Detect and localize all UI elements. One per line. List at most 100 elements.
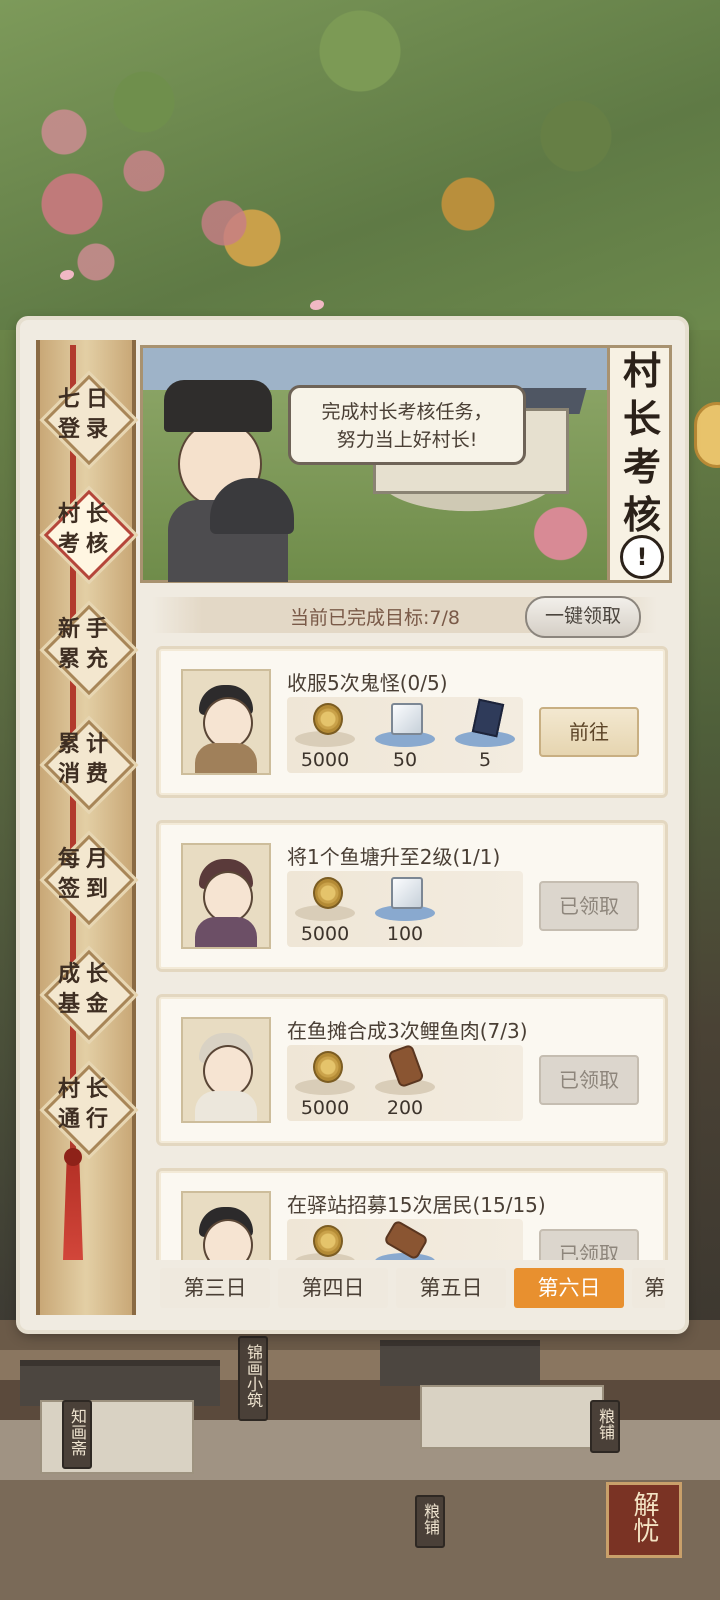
tassel-knot (64, 1148, 82, 1166)
speech-line: 完成村长考核任务， (321, 401, 493, 423)
reward-item: 5 (447, 697, 523, 773)
tab-day-4[interactable]: 第四日 (278, 1268, 388, 1308)
reward-item (367, 1219, 443, 1260)
speech-line: 努力当上好村长! (336, 429, 478, 451)
go-button[interactable]: 前往 (539, 707, 639, 757)
claimed-button[interactable]: 已领取 (539, 1229, 639, 1260)
reward-item: 5000 (287, 871, 363, 947)
side-event-icon[interactable] (694, 402, 720, 468)
exclamation-symbol: ! (636, 543, 648, 571)
sign-zhihua[interactable]: 知画斋 (62, 1400, 92, 1469)
stone-block-icon (391, 703, 423, 735)
task-title: 在鱼摊合成3次鲤鱼肉(7/3) (287, 1019, 528, 1043)
sign-liangpu-right-text: 粮铺 (596, 1408, 615, 1440)
reward-area: 5000 200 (287, 1043, 523, 1121)
task-card: 在驿站招募15次居民(15/15) 已领取 (156, 1168, 668, 1260)
sidebar-item-label: 累计 消费 (43, 729, 129, 789)
blossom-trees (0, 80, 320, 340)
reward-item: 5000 (287, 1045, 363, 1121)
sidebar-item-newbie-recharge[interactable]: 新手 累充 (43, 604, 135, 696)
coin-icon (313, 1225, 343, 1257)
label-line: 累充 (57, 646, 114, 672)
sidebar-item-label: 村长 考核 (43, 499, 129, 559)
reward-qty: 50 (392, 749, 418, 771)
sidebar-item-label: 成长 基金 (43, 959, 129, 1019)
sign-zhihua-text: 知画斋 (68, 1408, 87, 1456)
tab-day-5[interactable]: 第五日 (396, 1268, 506, 1308)
sign-jinhua[interactable]: 锦画小筑 (238, 1336, 268, 1421)
reward-qty: 5000 (300, 923, 350, 945)
reward-item: 50 (367, 697, 443, 773)
label-line: 新手 (57, 616, 114, 642)
sidebar-item-label: 村长 通行 (43, 1074, 129, 1134)
label-line: 七日 (57, 386, 114, 412)
sidebar-item-chief-pass[interactable]: 村长 通行 (43, 1064, 135, 1156)
coin-icon (313, 877, 343, 909)
title-char: 核 (622, 492, 661, 537)
claim-all-button[interactable]: 一键领取 (525, 596, 641, 638)
sidebar-item-cumulative-spend[interactable]: 累计 消费 (43, 719, 135, 811)
tab-day-3[interactable]: 第三日 (160, 1268, 270, 1308)
label-line: 成长 (57, 961, 114, 987)
label-line: 基金 (57, 991, 114, 1017)
claimed-button[interactable]: 已领取 (539, 881, 639, 931)
page-title: 村 长 考 核 (612, 347, 672, 539)
coin-icon (313, 1051, 343, 1083)
tab-day-6[interactable]: 第六日 (514, 1268, 624, 1308)
exclamation-icon[interactable]: ! (620, 535, 664, 579)
title-char: 考 (622, 444, 661, 489)
reward-item (287, 1219, 363, 1260)
tab-day-7-partial[interactable]: 第 (632, 1268, 665, 1308)
sign-liangpu-right[interactable]: 粮铺 (590, 1400, 620, 1453)
reward-qty: 200 (386, 1097, 424, 1119)
portrait-body (195, 917, 257, 947)
reward-qty: 5 (478, 749, 492, 771)
sidebar-item-label: 每月 签到 (43, 844, 129, 904)
reward-qty: 5000 (300, 749, 350, 771)
npc-portrait (181, 669, 271, 775)
jieyou-label: 解忧 (629, 1491, 659, 1543)
label-line: 消费 (57, 761, 114, 787)
portrait-face (203, 871, 253, 923)
activity-sidebar (36, 340, 136, 1315)
sign-liangpu-bottom[interactable]: 粮铺 (415, 1495, 445, 1548)
speech-bubble: 完成村长考核任务， 努力当上好村长! (288, 385, 526, 465)
portrait-face (203, 697, 253, 749)
npc-portrait (181, 1017, 271, 1123)
reward-item: 200 (367, 1043, 443, 1121)
reward-item: 5000 (287, 697, 363, 773)
sidebar-item-seven-day-login[interactable]: 七日 登录 (43, 374, 135, 466)
sign-jinhua-text: 锦画小筑 (244, 1344, 263, 1408)
label-line: 村长 (57, 1076, 114, 1102)
portrait-body (195, 743, 257, 773)
label-line: 村长 (57, 501, 114, 527)
label-line: 每月 (57, 846, 114, 872)
task-card: 将1个鱼塘升至2级(1/1) 5000 100 已领取 (156, 820, 668, 972)
task-list[interactable]: 收服5次鬼怪(0/5) 5000 50 5 前往 将1个鱼塘升至2级(1/1) … (150, 640, 670, 1260)
portrait-body (195, 1091, 257, 1121)
reward-area (287, 1219, 523, 1260)
sidebar-item-growth-fund[interactable]: 成长 基金 (43, 949, 135, 1041)
stone-block-icon (391, 877, 423, 909)
reward-area: 5000 50 5 (287, 697, 523, 773)
label-line: 通行 (57, 1106, 114, 1132)
jieyou-button[interactable]: 解忧 (606, 1482, 682, 1558)
sidebar-item-label: 七日 登录 (43, 384, 129, 444)
label-line: 登录 (57, 416, 114, 442)
reward-area: 5000 100 (287, 871, 523, 947)
task-card: 收服5次鬼怪(0/5) 5000 50 5 前往 (156, 646, 668, 798)
sign-liangpu-bottom-text: 粮铺 (421, 1503, 440, 1535)
label-line: 签到 (57, 876, 114, 902)
task-card: 在鱼摊合成3次鲤鱼肉(7/3) 5000 200 已领取 (156, 994, 668, 1146)
title-char: 长 (622, 396, 661, 441)
label-line: 累计 (57, 731, 114, 757)
label-line: 考核 (57, 531, 114, 557)
sidebar-item-label: 新手 累充 (43, 614, 129, 674)
reward-qty: 100 (386, 923, 424, 945)
sidebar-item-monthly-signin[interactable]: 每月 签到 (43, 834, 135, 926)
claimed-button[interactable]: 已领取 (539, 1055, 639, 1105)
npc-portrait (181, 1191, 271, 1260)
reward-item: 100 (367, 871, 443, 947)
npc-portrait (181, 843, 271, 949)
sidebar-item-chief-assessment[interactable]: 村长 考核 (43, 489, 135, 581)
